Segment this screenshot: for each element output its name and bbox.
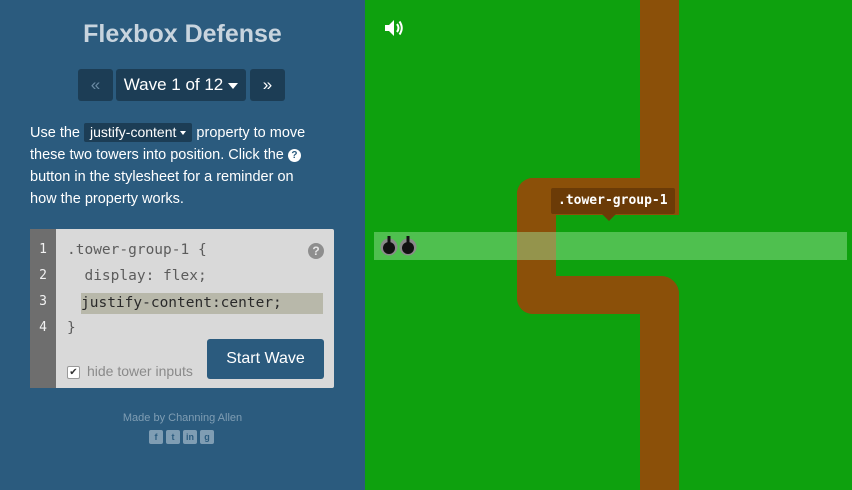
instructions: Use the justify-content property to move…: [30, 122, 340, 210]
property-dropdown[interactable]: justify-content: [84, 123, 193, 142]
line-number: 2: [39, 268, 47, 283]
hide-tower-inputs-checkbox[interactable]: ✔: [67, 366, 80, 379]
previous-wave-button[interactable]: «: [78, 69, 113, 101]
tower[interactable]: [380, 235, 398, 257]
facebook-icon[interactable]: f: [149, 430, 163, 444]
instructions-text: how the property works.: [30, 191, 184, 207]
tower-group-1: [374, 232, 847, 260]
code-line-close-brace: }: [67, 320, 76, 336]
instructions-text: these two towers into position. Click th…: [30, 147, 284, 163]
property-dropdown-label: justify-content: [90, 124, 177, 140]
next-wave-button[interactable]: »: [250, 69, 285, 101]
instructions-text: Use the: [30, 125, 80, 141]
start-wave-button[interactable]: Start Wave: [207, 339, 324, 379]
enemy-path: [640, 0, 679, 208]
line-gutter: 1 2 3 4: [30, 229, 56, 388]
help-icon: ?: [287, 148, 301, 162]
line-number: 3: [39, 294, 47, 309]
css-editor: 1 2 3 4 .tower-group-1 { display: flex; …: [30, 229, 334, 388]
github-icon[interactable]: g: [200, 430, 214, 444]
tooltip-arrow: [602, 214, 616, 221]
hide-tower-inputs-label: hide tower inputs: [87, 363, 193, 379]
wave-selector-label: Wave 1 of 12: [123, 75, 224, 94]
line-number: 4: [39, 320, 47, 335]
tower[interactable]: [399, 235, 417, 257]
line-number: 1: [39, 242, 47, 257]
instructions-text: property to move: [196, 125, 306, 141]
sidebar-panel: Flexbox Defense « Wave 1 of 12 » Use the…: [0, 0, 365, 490]
linkedin-icon[interactable]: in: [183, 430, 197, 444]
app-title: Flexbox Defense: [83, 20, 282, 48]
help-button[interactable]: ?: [308, 243, 324, 259]
twitter-icon[interactable]: t: [166, 430, 180, 444]
chevron-down-icon: [228, 82, 239, 89]
wave-selector[interactable]: Wave 1 of 12: [116, 69, 246, 101]
code-line-display: display: flex;: [67, 268, 207, 284]
code-line-selector: .tower-group-1 {: [67, 242, 207, 258]
credit-text: Made by Channing Allen: [122, 412, 243, 424]
instructions-text: button in the stylesheet for a reminder …: [30, 169, 294, 185]
speaker-icon[interactable]: [383, 18, 405, 43]
tower-group-tooltip: .tower-group-1: [551, 188, 675, 214]
game-board: .tower-group-1: [365, 0, 852, 490]
chevron-down-icon: [180, 131, 187, 136]
css-property-input[interactable]: [81, 293, 323, 314]
enemy-path: [640, 276, 679, 490]
